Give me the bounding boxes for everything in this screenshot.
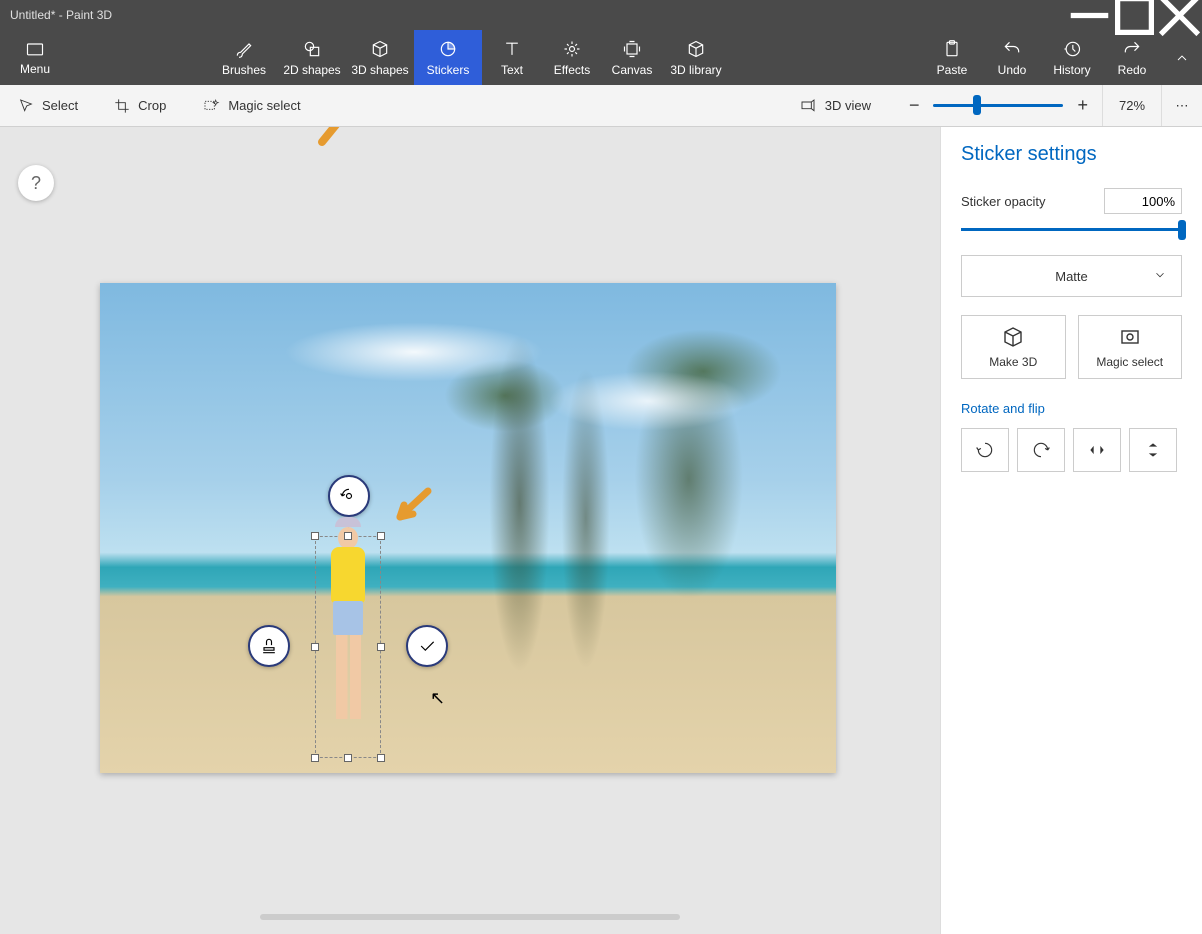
close-button[interactable] (1157, 0, 1202, 30)
make-3d-button[interactable]: Make 3D (961, 315, 1066, 379)
brush-icon (234, 39, 254, 59)
menu-label: Menu (20, 62, 50, 76)
window-title: Untitled* - Paint 3D (0, 8, 1067, 22)
horizontal-scrollbar[interactable] (260, 914, 680, 920)
tool-2d-shapes[interactable]: 2D shapes (278, 30, 346, 85)
tool-label: 3D shapes (351, 63, 408, 77)
resize-handle[interactable] (377, 643, 385, 651)
tool-label: Stickers (427, 63, 470, 77)
shapes2d-icon (302, 39, 322, 59)
opacity-label: Sticker opacity (961, 194, 1046, 209)
tool-label: 3D library (670, 63, 721, 77)
zoom-in-button[interactable]: + (1077, 95, 1088, 116)
stamp-button[interactable] (248, 625, 290, 667)
menu-button[interactable]: Menu (0, 30, 70, 85)
canvas-image (100, 283, 836, 773)
rotate-handle[interactable] (328, 475, 370, 517)
effects-icon (562, 39, 582, 59)
tool-3d-shapes[interactable]: 3D shapes (346, 30, 414, 85)
canvas-area[interactable]: ? (0, 127, 940, 934)
tool-text[interactable]: Text (482, 30, 542, 85)
shapes3d-icon (370, 39, 390, 59)
magic-select-label: Magic select (1096, 355, 1163, 369)
paste-icon (942, 39, 962, 59)
resize-handle[interactable] (311, 643, 319, 651)
secondary-toolbar: Select Crop Magic select 3D view − + 72%… (0, 85, 1202, 127)
rotate-cw-button[interactable] (1017, 428, 1065, 472)
crop-label: Crop (138, 98, 166, 113)
tool-3d-library[interactable]: 3D library (662, 30, 730, 85)
chevron-down-icon (1153, 268, 1167, 285)
history-button[interactable]: History (1042, 30, 1102, 85)
history-icon (1062, 39, 1082, 59)
tool-effects[interactable]: Effects (542, 30, 602, 85)
tool-label: Text (501, 63, 523, 77)
resize-handle[interactable] (377, 754, 385, 762)
stickers-icon (438, 39, 458, 59)
opacity-input[interactable] (1104, 188, 1182, 214)
canvas-icon (622, 39, 642, 59)
title-bar: Untitled* - Paint 3D (0, 0, 1202, 30)
select-tool[interactable]: Select (0, 85, 96, 126)
help-button[interactable]: ? (18, 165, 54, 201)
tool-label: Effects (554, 63, 590, 77)
tool-label: Paste (937, 63, 968, 77)
zoom-out-button[interactable]: − (909, 95, 920, 116)
tool-label: 2D shapes (283, 63, 340, 77)
panel-title: Sticker settings (961, 143, 1182, 166)
cursor-icon: ↖ (430, 688, 445, 709)
opacity-slider[interactable] (961, 228, 1182, 231)
zoom-slider[interactable] (933, 104, 1063, 107)
rotate-flip-label: Rotate and flip (961, 401, 1182, 416)
magic-select-label: Magic select (228, 98, 300, 113)
library3d-icon (686, 39, 706, 59)
magic-select-button[interactable]: Magic select (1078, 315, 1183, 379)
tool-label: History (1053, 63, 1090, 77)
confiration-commit-button[interactable] (406, 625, 448, 667)
crop-tool[interactable]: Crop (96, 85, 184, 126)
flip-vertical-button[interactable] (1129, 428, 1177, 472)
maximize-button[interactable] (1112, 0, 1157, 30)
tool-stickers[interactable]: Stickers (414, 30, 482, 85)
annotation-arrow-icon (390, 485, 435, 530)
paste-button[interactable]: Paste (922, 30, 982, 85)
redo-icon (1122, 39, 1142, 59)
text-icon (502, 39, 522, 59)
minimize-button[interactable] (1067, 0, 1112, 30)
canvas[interactable]: ↖ (100, 283, 836, 773)
resize-handle[interactable] (377, 532, 385, 540)
magic-select-tool[interactable]: Magic select (184, 85, 318, 126)
make-3d-label: Make 3D (989, 355, 1037, 369)
material-dropdown[interactable]: Matte (961, 255, 1182, 297)
annotation-arrow-icon (312, 127, 372, 147)
collapse-ribbon-button[interactable] (1162, 30, 1202, 85)
material-value: Matte (1055, 269, 1088, 284)
ribbon: Menu Brushes 2D shapes 3D shapes Sticker… (0, 30, 1202, 85)
tool-label: Redo (1118, 63, 1147, 77)
tool-label: Undo (998, 63, 1027, 77)
3d-view-toggle[interactable]: 3D view (781, 85, 889, 126)
flip-horizontal-button[interactable] (1073, 428, 1121, 472)
tool-label: Canvas (612, 63, 653, 77)
undo-icon (1002, 39, 1022, 59)
3d-view-label: 3D view (825, 98, 871, 113)
resize-handle[interactable] (344, 754, 352, 762)
tool-canvas[interactable]: Canvas (602, 30, 662, 85)
redo-button[interactable]: Redo (1102, 30, 1162, 85)
tool-brushes[interactable]: Brushes (210, 30, 278, 85)
resize-handle[interactable] (311, 532, 319, 540)
rotate-ccw-button[interactable] (961, 428, 1009, 472)
sticker-selection[interactable] (315, 536, 381, 758)
side-panel: Sticker settings Sticker opacity Matte M… (940, 127, 1202, 934)
select-label: Select (42, 98, 78, 113)
resize-handle[interactable] (311, 754, 319, 762)
resize-handle[interactable] (344, 532, 352, 540)
tool-label: Brushes (222, 63, 266, 77)
undo-button[interactable]: Undo (982, 30, 1042, 85)
folder-icon (25, 39, 45, 59)
more-options-button[interactable]: ⋯ (1162, 98, 1202, 114)
zoom-percentage[interactable]: 72% (1102, 85, 1162, 126)
sticker-content (322, 545, 374, 751)
